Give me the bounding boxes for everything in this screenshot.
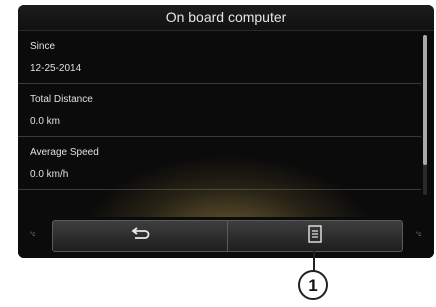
list-item-label: Total Distance — [30, 94, 93, 105]
scrollbar[interactable] — [423, 35, 427, 195]
right-temp-indicator: °c — [416, 232, 422, 238]
callout-number: 1 — [298, 270, 328, 300]
list-item[interactable]: Total Distance 0.0 km — [18, 84, 421, 137]
back-arrow-icon — [130, 226, 150, 246]
back-button[interactable] — [52, 220, 228, 252]
left-temp-indicator: °c — [30, 232, 36, 238]
bottom-bar: °c °c — [18, 217, 434, 258]
list-item-label: Since — [30, 41, 56, 52]
callout-leader-line — [313, 250, 315, 272]
menu-list-icon — [308, 224, 322, 248]
list-item-value: 0.0 km — [30, 116, 61, 127]
list-item[interactable]: Since 12-25-2014 — [18, 31, 421, 84]
page-title: On board computer — [18, 5, 434, 31]
menu-button[interactable] — [227, 220, 403, 252]
infotainment-screen: On board computer Since 12-25-2014 Total… — [18, 5, 434, 258]
scrollbar-thumb[interactable] — [423, 35, 427, 165]
list-item-value: 12-25-2014 — [30, 63, 82, 74]
